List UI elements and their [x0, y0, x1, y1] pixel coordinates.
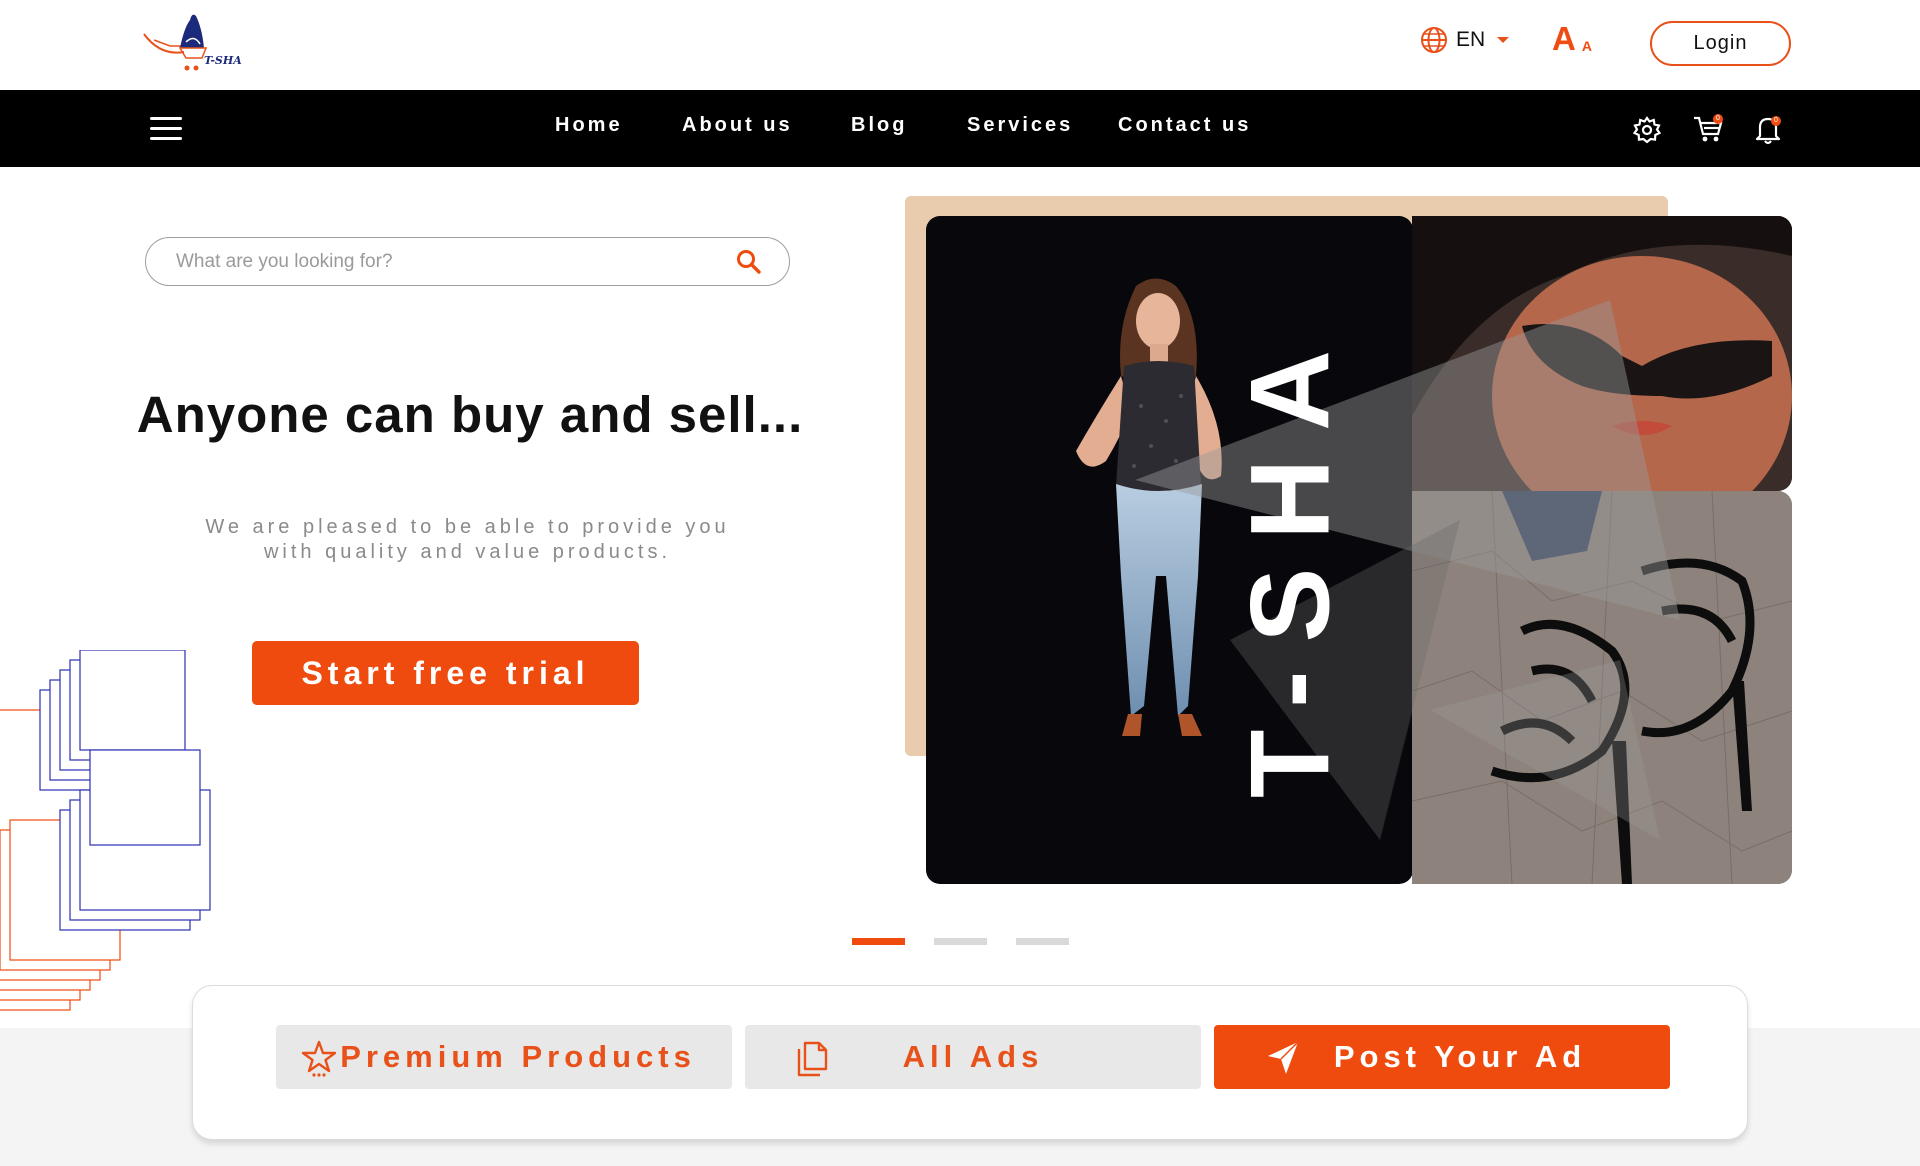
hero-photo-heels [1412, 491, 1792, 884]
hero-subtitle-line-1: We are pleased to be able to provide you [205, 516, 730, 538]
all-ads-label: All Ads [902, 1039, 1044, 1074]
nav-services[interactable]: Services [967, 114, 1073, 137]
carousel-indicators [852, 938, 1069, 945]
cart-button[interactable]: 0 [1691, 112, 1725, 146]
post-your-ad-button[interactable]: Post Your Ad [1214, 1025, 1670, 1089]
hero-subtitle: We are pleased to be able to provide you… [150, 515, 785, 565]
hero-photo-sunglasses [1412, 216, 1792, 491]
cart-count-badge: 0 [1713, 114, 1723, 124]
premium-products-button[interactable]: Premium Products [276, 1025, 732, 1089]
language-label: EN [1456, 28, 1486, 51]
all-ads-button[interactable]: All Ads [745, 1025, 1201, 1089]
settings-icon[interactable] [1632, 115, 1662, 145]
login-button[interactable]: Login [1650, 21, 1791, 66]
logo-text: T-SHA [204, 54, 242, 67]
brand-logo[interactable]: T-SHA [140, 6, 250, 78]
carousel-dot-3[interactable] [1016, 938, 1069, 945]
nav-about[interactable]: About us [682, 114, 793, 137]
nav-home[interactable]: Home [555, 114, 623, 137]
hero-title: Anyone can buy and sell... [136, 386, 804, 443]
decorative-squares [0, 650, 211, 1011]
chevron-down-icon [1497, 37, 1510, 43]
main-nav: Home About us Blog Services Contact us 0 [0, 90, 1920, 167]
post-your-ad-label: Post Your Ad [1333, 1039, 1587, 1074]
font-size-large[interactable]: A [1552, 22, 1576, 55]
brand-vertical-text: T-SHA [1227, 322, 1353, 798]
carousel-dot-2[interactable] [934, 938, 987, 945]
quick-actions-card: Premium Products All Ads Post Your Ad [192, 985, 1748, 1140]
font-size-toggle[interactable]: A A [1552, 22, 1592, 55]
top-bar: T-SHA EN A A Login [0, 0, 1920, 90]
font-size-small[interactable]: A [1582, 39, 1592, 53]
search-input[interactable] [176, 248, 716, 276]
search-bar [145, 237, 790, 286]
nav-blog[interactable]: Blog [851, 114, 907, 137]
search-icon[interactable] [734, 247, 764, 277]
start-free-trial-button[interactable]: Start free trial [252, 641, 639, 705]
globe-icon [1421, 27, 1447, 53]
notifications-button[interactable]: 0 [1752, 112, 1784, 146]
carousel-dot-1[interactable] [852, 938, 905, 945]
premium-products-label: Premium Products [340, 1039, 696, 1074]
nav-contact[interactable]: Contact us [1118, 114, 1251, 137]
hero-subtitle-line-2: with quality and value products. [263, 541, 672, 563]
page: T-SHA EN A A Login Home About us Blog Se… [0, 0, 1920, 1166]
notification-count-badge: 0 [1771, 116, 1781, 126]
language-selector[interactable]: EN [1420, 26, 1510, 54]
